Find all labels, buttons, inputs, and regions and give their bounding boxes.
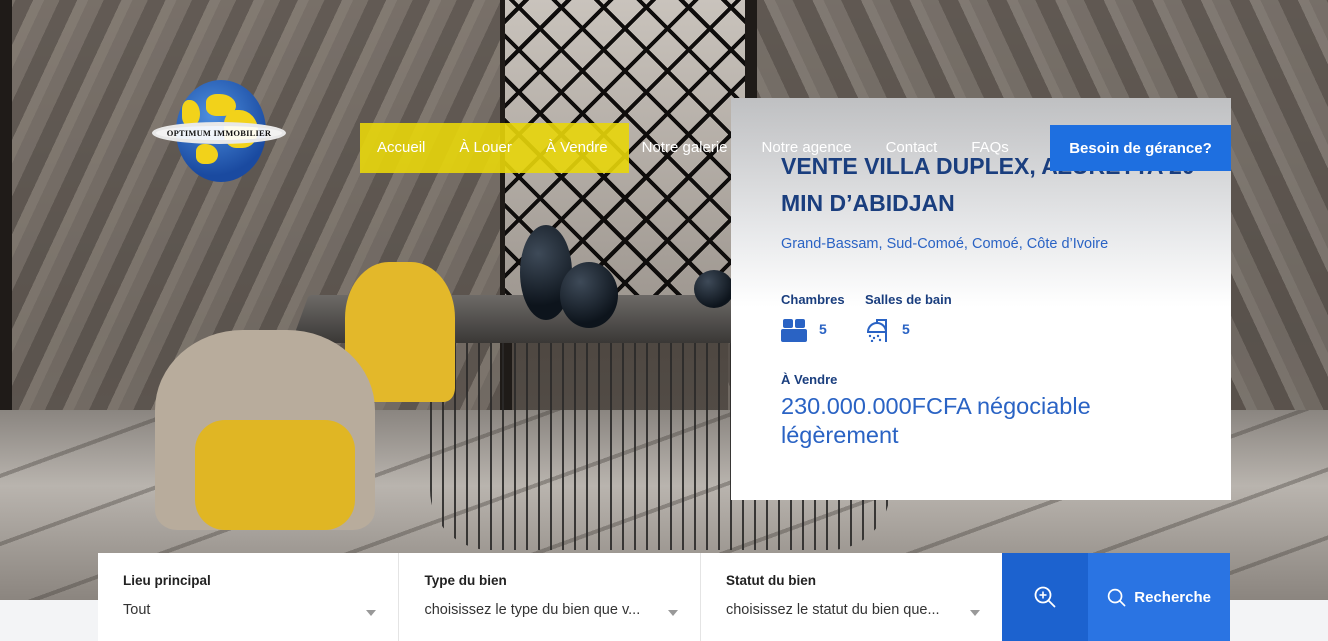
property-status-value[interactable]: choisissez le statut du bien que... bbox=[726, 602, 958, 618]
bedrooms-label: Chambres bbox=[781, 292, 845, 307]
property-type-label: Type du bien bbox=[424, 573, 507, 588]
shower-icon bbox=[866, 319, 888, 342]
logo-text: OPTIMUM IMMOBILIER bbox=[166, 128, 272, 138]
vase bbox=[694, 270, 734, 308]
property-type-select[interactable]: Type du bien choisissez le type du bien … bbox=[399, 553, 701, 641]
search-icon bbox=[1108, 588, 1126, 606]
bathrooms-label: Salles de bain bbox=[865, 292, 952, 307]
advanced-search-button[interactable] bbox=[1002, 553, 1089, 641]
property-status-label: Statut du bien bbox=[725, 573, 816, 588]
nav-item-a-vendre[interactable]: À Vendre bbox=[529, 123, 625, 173]
property-status: À Vendre bbox=[781, 372, 838, 387]
search-submit-button[interactable]: Recherche bbox=[1088, 553, 1230, 641]
chair-front bbox=[155, 330, 375, 530]
location-select-label: Lieu principal bbox=[123, 573, 211, 588]
nav-item-contact[interactable]: Contact bbox=[869, 123, 955, 173]
property-price: 230.000.000FCFA négociable légèrement bbox=[781, 393, 1091, 448]
chevron-down-icon[interactable] bbox=[366, 610, 377, 616]
bathrooms-count: 5 bbox=[902, 321, 910, 337]
property-status-select[interactable]: Statut du bien choisissez le statut du b… bbox=[700, 553, 1003, 641]
nav-item-notre-galerie[interactable]: Notre galerie bbox=[625, 123, 745, 173]
vase bbox=[560, 262, 618, 328]
nav-item-faqs[interactable]: FAQs bbox=[954, 123, 1026, 173]
chevron-down-icon[interactable] bbox=[667, 610, 678, 616]
bed-icon bbox=[781, 319, 807, 342]
location-select-value[interactable]: Tout bbox=[123, 602, 355, 618]
property-type-value[interactable]: choisissez le type du bien que v... bbox=[424, 602, 656, 618]
location-select[interactable]: Lieu principal Tout bbox=[98, 553, 400, 641]
gerance-cta-button[interactable]: Besoin de gérance? bbox=[1050, 125, 1231, 171]
nav-item-accueil[interactable]: Accueil bbox=[360, 123, 442, 173]
site-logo[interactable]: OPTIMUM IMMOBILIER bbox=[152, 80, 286, 184]
bedrooms-count: 5 bbox=[819, 321, 827, 337]
logo-banner: OPTIMUM IMMOBILIER bbox=[152, 122, 286, 144]
nav-item-notre-agence[interactable]: Notre agence bbox=[745, 123, 869, 173]
main-navigation: Accueil À Louer À Vendre Notre galerie N… bbox=[360, 123, 1026, 173]
property-location[interactable]: Grand-Bassam, Sud-Comoé, Comoé, Côte d’I… bbox=[781, 236, 1108, 252]
chair-seat bbox=[195, 420, 355, 530]
search-submit-label: Recherche bbox=[1134, 588, 1211, 606]
wall-pillar bbox=[0, 0, 12, 420]
nav-item-a-louer[interactable]: À Louer bbox=[442, 123, 529, 173]
chevron-down-icon[interactable] bbox=[970, 610, 981, 616]
property-search-bar: Lieu principal Tout Type du bien choisis… bbox=[98, 553, 1230, 641]
zoom-plus-icon bbox=[1034, 586, 1056, 608]
